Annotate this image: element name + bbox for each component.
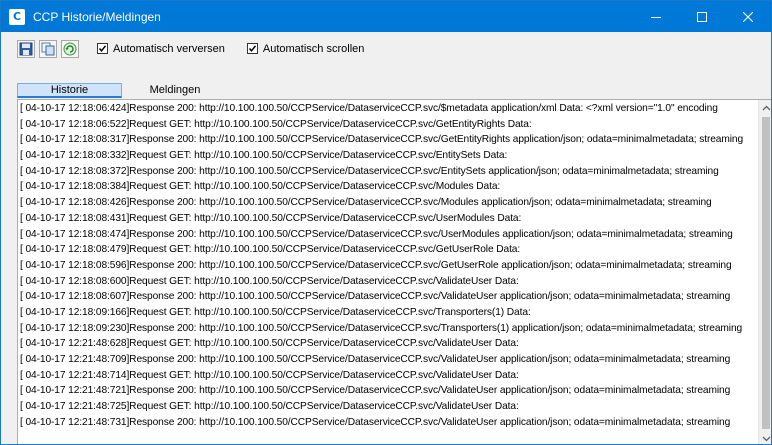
maximize-button[interactable] [679, 1, 725, 32]
log-line[interactable]: [ 04-10-17 12:18:08:600]Request GET: htt… [20, 274, 757, 290]
log-line[interactable]: [ 04-10-17 12:21:48:731]Response 200: ht… [20, 415, 757, 431]
window-controls [633, 1, 771, 32]
log-line[interactable]: [ 04-10-17 12:18:08:607]Response 200: ht… [20, 289, 757, 305]
checkmark-icon [98, 45, 107, 52]
window-title: CCP Historie/Meldingen [33, 9, 161, 24]
log-line[interactable]: [ 04-10-17 12:21:48:714]Request GET: htt… [20, 368, 757, 384]
save-icon [19, 42, 33, 55]
log-line[interactable]: [ 04-10-17 12:18:09:166]Request GET: htt… [20, 305, 757, 321]
toolbar: Automatisch verversen Automatisch scroll… [1, 32, 771, 65]
minimize-button[interactable] [633, 1, 679, 32]
log-line[interactable]: [ 04-10-17 12:18:08:431]Request GET: htt… [20, 211, 757, 227]
log-lines: [ 04-10-17 12:18:06:424]Response 200: ht… [20, 101, 757, 430]
app-window: C CCP Historie/Meldingen Automatisch ver… [0, 0, 772, 445]
auto-refresh-check-box[interactable] [97, 43, 108, 54]
log-line[interactable]: [ 04-10-17 12:18:08:332]Request GET: htt… [20, 148, 757, 164]
minimize-icon [651, 16, 661, 18]
log-line[interactable]: [ 04-10-17 12:18:08:384]Request GET: htt… [20, 179, 757, 195]
auto-refresh-label: Automatisch verversen [113, 42, 225, 55]
maximize-icon [697, 11, 707, 22]
log-line[interactable]: [ 04-10-17 12:18:08:596]Response 200: ht… [20, 258, 757, 274]
close-icon [743, 11, 753, 22]
log-line[interactable]: [ 04-10-17 12:21:48:628]Request GET: htt… [20, 336, 757, 352]
copy-button[interactable] [39, 39, 57, 58]
save-button[interactable] [17, 39, 35, 58]
auto-scroll-checkbox[interactable]: Automatisch scrollen [246, 42, 365, 55]
copy-icon [41, 42, 55, 55]
log-line[interactable]: [ 04-10-17 12:18:06:424]Response 200: ht… [20, 101, 757, 117]
close-button[interactable] [725, 1, 771, 32]
refresh-button[interactable] [61, 39, 79, 58]
auto-scroll-check-box[interactable] [246, 43, 258, 54]
auto-scroll-label: Automatisch scrollen [262, 42, 365, 55]
scroll-down-button[interactable] [759, 431, 771, 444]
chevron-down-icon [762, 436, 771, 442]
app-logo-icon: C [9, 8, 25, 25]
tab-strip: Historie Meldingen [17, 83, 228, 99]
vertical-scrollbar[interactable] [758, 100, 771, 444]
log-line[interactable]: [ 04-10-17 12:21:48:725]Request GET: htt… [20, 399, 757, 415]
log-line[interactable]: [ 04-10-17 12:18:08:474]Response 200: ht… [20, 227, 757, 243]
auto-refresh-checkbox[interactable]: Automatisch verversen [97, 43, 225, 55]
chevron-up-icon [762, 105, 771, 111]
checkmark-icon [248, 45, 256, 52]
title-bar[interactable]: C CCP Historie/Meldingen [1, 1, 771, 32]
log-line[interactable]: [ 04-10-17 12:21:48:709]Response 200: ht… [20, 352, 757, 368]
app-icon-letter: C [12, 9, 22, 23]
log-line[interactable]: [ 04-10-17 12:18:09:230]Response 200: ht… [20, 321, 757, 337]
scroll-up-button[interactable] [759, 100, 771, 116]
tab-historie[interactable]: Historie [17, 83, 122, 98]
tab-meldingen[interactable]: Meldingen [122, 83, 228, 98]
log-line[interactable]: [ 04-10-17 12:18:08:479]Request GET: htt… [20, 242, 757, 258]
log-line[interactable]: [ 04-10-17 12:18:08:372]Response 200: ht… [20, 164, 757, 180]
log-line[interactable]: [ 04-10-17 12:18:08:426]Response 200: ht… [20, 195, 757, 211]
scrollbar-thumb[interactable] [762, 117, 770, 429]
log-listbox[interactable]: [ 04-10-17 12:18:06:424]Response 200: ht… [17, 99, 771, 444]
refresh-icon [63, 42, 77, 55]
log-line[interactable]: [ 04-10-17 12:18:06:522]Request GET: htt… [20, 117, 757, 133]
log-line[interactable]: [ 04-10-17 12:18:08:317]Response 200: ht… [20, 132, 757, 148]
log-line[interactable]: [ 04-10-17 12:21:48:721]Response 200: ht… [20, 383, 757, 399]
